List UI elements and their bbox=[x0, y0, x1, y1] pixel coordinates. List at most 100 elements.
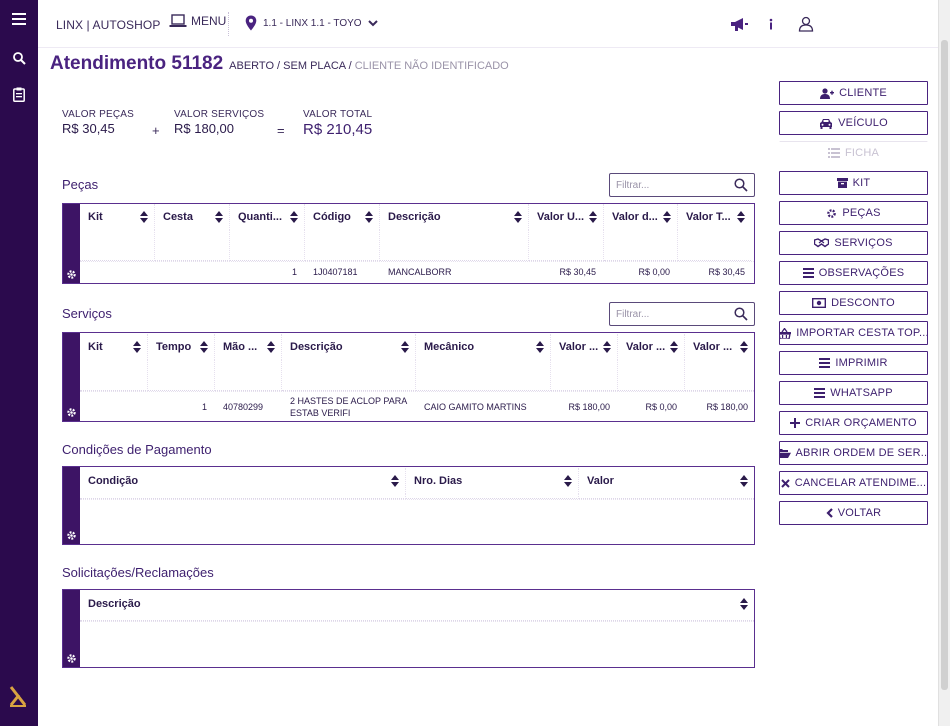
filter-cell[interactable] bbox=[406, 494, 579, 499]
filter-cell[interactable] bbox=[305, 230, 380, 261]
filter-cell[interactable] bbox=[155, 230, 230, 261]
cancelar-atendimento-button[interactable]: CANCELAR ATENDIME... bbox=[779, 471, 928, 495]
column-header[interactable]: Valor ... bbox=[551, 334, 618, 360]
filter-cell[interactable] bbox=[80, 230, 155, 261]
column-header[interactable]: Quanti... bbox=[230, 204, 305, 230]
pecas-filter[interactable] bbox=[609, 173, 755, 197]
info-icon[interactable] bbox=[761, 14, 781, 34]
filter-cell[interactable] bbox=[604, 230, 678, 261]
settings-gear-icon[interactable] bbox=[66, 269, 77, 280]
clipboard-icon[interactable] bbox=[9, 84, 29, 104]
hamburger-menu-icon[interactable] bbox=[9, 9, 29, 29]
column-header[interactable]: Tempo bbox=[148, 334, 215, 360]
filter-cell[interactable] bbox=[80, 617, 754, 621]
cell-tempo: 1 bbox=[201, 402, 207, 412]
pecas-filter-input[interactable] bbox=[616, 179, 721, 191]
column-header[interactable]: Nro. Dias bbox=[406, 468, 579, 494]
observacoes-button[interactable]: OBSERVAÇÕES bbox=[779, 261, 928, 285]
column-header[interactable]: Descrição bbox=[282, 334, 416, 360]
filter-cell[interactable] bbox=[80, 360, 148, 391]
brand-label: LINX | AUTOSHOP bbox=[56, 18, 161, 32]
status-main: ABERTO / SEM PLACA / bbox=[229, 60, 352, 72]
user-plus-icon bbox=[820, 87, 835, 99]
column-header[interactable]: Descrição bbox=[80, 591, 754, 617]
imprimir-button[interactable]: IMPRIMIR bbox=[779, 351, 928, 375]
column-header[interactable]: Valor bbox=[579, 468, 754, 494]
servicos-button[interactable]: SERVIÇOS bbox=[779, 231, 928, 255]
grid-side-strip bbox=[63, 333, 80, 421]
search-icon[interactable] bbox=[9, 48, 29, 68]
importar-cesta-button[interactable]: IMPORTAR CESTA TOP... bbox=[779, 321, 928, 345]
filter-cell[interactable] bbox=[678, 230, 751, 261]
column-header[interactable]: Valor U... bbox=[529, 204, 604, 230]
close-icon bbox=[781, 478, 790, 488]
column-header[interactable]: Valor d... bbox=[604, 204, 678, 230]
pecas-grid: Kit Cesta Quanti... Código Descrição Val… bbox=[62, 203, 755, 284]
total-pecas: VALOR PEÇAS R$ 30,45 bbox=[62, 109, 152, 136]
search-icon[interactable] bbox=[734, 307, 748, 321]
filter-cell[interactable] bbox=[416, 360, 551, 391]
pecas-value: R$ 30,45 bbox=[62, 121, 115, 136]
column-header[interactable]: Código bbox=[305, 204, 380, 230]
criar-orcamento-button[interactable]: CRIAR ORÇAMENTO bbox=[779, 411, 928, 435]
veiculo-button[interactable]: VEÍCULO bbox=[779, 111, 928, 135]
filter-cell[interactable] bbox=[529, 230, 604, 261]
column-header[interactable]: Mecânico bbox=[416, 334, 551, 360]
filter-cell[interactable] bbox=[551, 360, 618, 391]
filter-cell[interactable] bbox=[215, 360, 282, 391]
column-header[interactable]: Mão ... bbox=[215, 334, 282, 360]
settings-gear-icon[interactable] bbox=[66, 530, 77, 541]
ficha-button[interactable]: FICHA bbox=[779, 141, 928, 165]
voltar-button[interactable]: VOLTAR bbox=[779, 501, 928, 525]
plus-icon bbox=[790, 418, 801, 428]
filter-cell[interactable] bbox=[282, 360, 416, 391]
gear-icon bbox=[827, 208, 837, 218]
column-header[interactable]: Descrição bbox=[380, 204, 529, 230]
cell-cesta bbox=[155, 267, 230, 277]
pecas-button[interactable]: PEÇAS bbox=[779, 201, 928, 225]
whatsapp-button[interactable]: WHATSAPP bbox=[779, 381, 928, 405]
servicos-filter-input[interactable] bbox=[616, 308, 721, 320]
filter-cell[interactable] bbox=[380, 230, 529, 261]
sort-icon bbox=[401, 341, 409, 353]
table-row[interactable]: 1 1J0407181 MANCALBORR R$ 30,45 R$ 0,00 … bbox=[80, 267, 754, 277]
scrollbar[interactable] bbox=[938, 0, 950, 726]
store-selector[interactable]: 1.1 - LINX 1.1 - TOYO bbox=[245, 15, 378, 31]
desconto-button[interactable]: DESCONTO bbox=[779, 291, 928, 315]
table-row[interactable]: 1 40780299 2 HASTES DE ACLOP PARA ESTAB … bbox=[80, 394, 754, 420]
settings-gear-icon[interactable] bbox=[66, 653, 77, 664]
scrollbar-thumb[interactable] bbox=[941, 40, 948, 690]
servicos-filter[interactable] bbox=[609, 302, 755, 326]
menu-button[interactable]: MENU bbox=[169, 14, 226, 28]
sort-icon bbox=[564, 475, 572, 487]
column-header[interactable]: Cesta bbox=[155, 204, 230, 230]
filter-cell[interactable] bbox=[230, 230, 305, 261]
search-icon[interactable] bbox=[734, 178, 748, 192]
filter-cell[interactable] bbox=[579, 494, 754, 499]
column-header[interactable]: Condição bbox=[80, 468, 406, 494]
column-header[interactable]: Valor ... bbox=[685, 334, 754, 360]
sort-icon bbox=[663, 211, 671, 223]
abrir-ordem-servico-button[interactable]: ABRIR ORDEM DE SER... bbox=[779, 441, 928, 465]
solicitacoes-filter-row bbox=[80, 617, 754, 622]
column-header[interactable]: Kit bbox=[80, 334, 148, 360]
cell-quantidade: 1 bbox=[291, 267, 297, 277]
grid-side-strip bbox=[63, 590, 80, 667]
user-icon[interactable] bbox=[796, 14, 816, 34]
filter-cell[interactable] bbox=[80, 494, 406, 499]
column-header[interactable]: Valor ... bbox=[618, 334, 685, 360]
cliente-button[interactable]: CLIENTE bbox=[779, 81, 928, 105]
cell-mao-de-obra: 40780299 bbox=[223, 402, 264, 412]
megaphone-icon[interactable] bbox=[729, 14, 749, 34]
filter-cell[interactable] bbox=[685, 360, 754, 391]
filter-cell[interactable] bbox=[148, 360, 215, 391]
sort-icon bbox=[740, 598, 748, 610]
servicos-section-title: Serviços bbox=[62, 306, 112, 321]
filter-cell[interactable] bbox=[618, 360, 685, 391]
column-header[interactable]: Valor T... bbox=[678, 204, 751, 230]
kit-button[interactable]: KIT bbox=[779, 171, 928, 195]
column-header[interactable]: Kit bbox=[80, 204, 155, 230]
sort-icon bbox=[215, 211, 223, 223]
settings-gear-icon[interactable] bbox=[66, 407, 77, 418]
grid-side-strip bbox=[63, 467, 80, 544]
